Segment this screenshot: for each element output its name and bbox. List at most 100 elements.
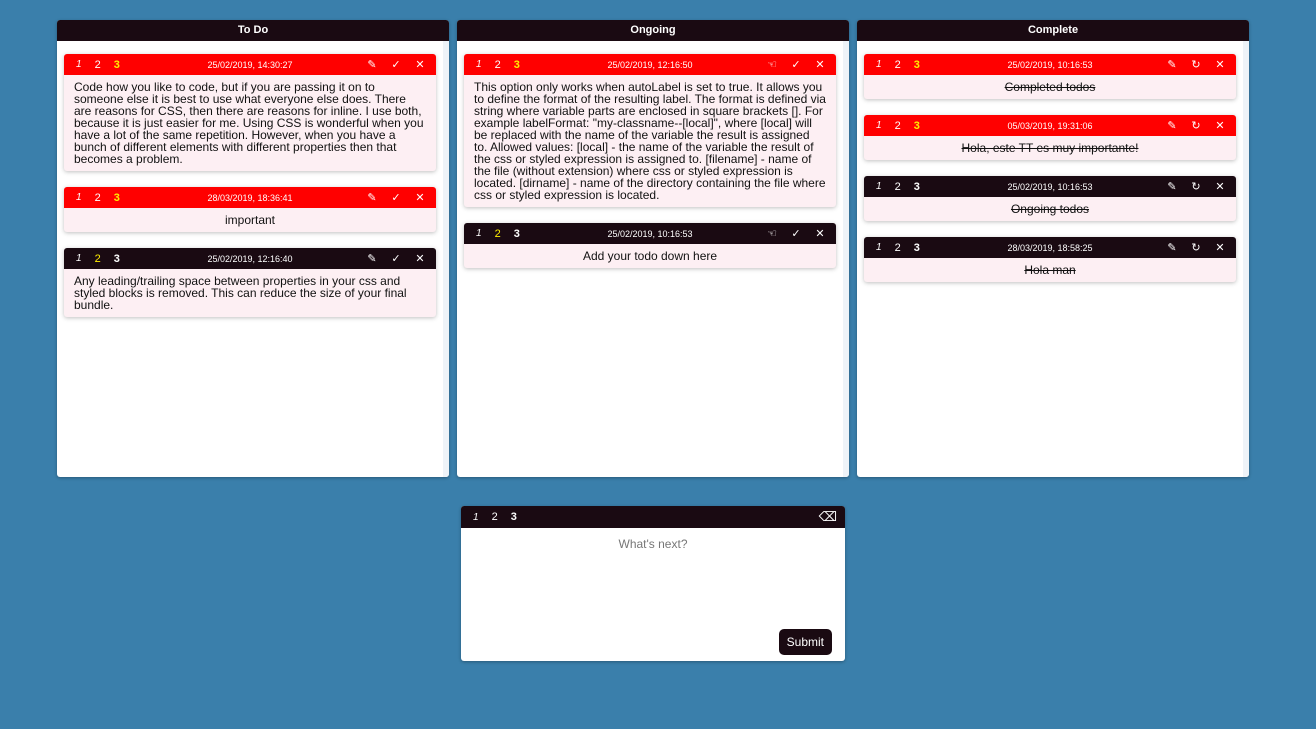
refresh-icon[interactable]: ↻ (1188, 241, 1204, 254)
priority-2-button[interactable]: 2 (495, 228, 501, 240)
priority-3-button[interactable]: 3 (914, 120, 920, 132)
card-list: 1 2 3 25/02/2019, 14:30:27 ✎ ✓ ✕ Code how you l… (57, 41, 443, 477)
pencil-icon[interactable]: ✎ (1164, 241, 1180, 254)
todo-card: 1 2 3 25/02/2019, 12:16:50 ☜ ✓ ✕ This option on… (464, 54, 836, 207)
priority-2-button[interactable]: 2 (895, 242, 901, 254)
refresh-icon[interactable]: ↻ (1188, 119, 1204, 132)
scrollbar[interactable] (443, 41, 449, 477)
priority-1-button[interactable]: 1 (76, 253, 82, 264)
priority-3-button[interactable]: 3 (114, 59, 120, 71)
priority-1-button[interactable]: 1 (876, 242, 882, 253)
card-actions: ✎ ✓ ✕ (364, 58, 428, 71)
priority-2-button[interactable]: 2 (95, 253, 101, 265)
todo-text: This option only works when autoLabel is… (474, 80, 826, 202)
priority-2-button[interactable]: 2 (95, 59, 101, 71)
priority-3-button[interactable]: 3 (514, 59, 520, 71)
priority-2-button[interactable]: 2 (895, 120, 901, 132)
todo-card: 1 2 3 28/03/2019, 18:58:25 ✎ ↻ ✕ Hola man (864, 237, 1236, 282)
close-icon[interactable]: ✕ (812, 58, 828, 71)
priority-2-button[interactable]: 2 (895, 181, 901, 193)
pencil-icon[interactable]: ✎ (1164, 119, 1180, 132)
new-todo-form: 1 2 3 ⌫ Submit (461, 506, 845, 661)
todo-text: Completed todos (1004, 80, 1096, 94)
column-title: To Do (57, 20, 449, 41)
pointing-hand-icon[interactable]: ☜ (764, 227, 780, 240)
card-header: 1 2 3 28/03/2019, 18:58:25 ✎ ↻ ✕ (864, 237, 1236, 258)
close-icon[interactable]: ✕ (1212, 180, 1228, 193)
pencil-icon[interactable]: ✎ (1164, 180, 1180, 193)
card-header: 1 2 3 28/03/2019, 18:36:41 ✎ ✓ ✕ (64, 187, 436, 208)
todo-card: 1 2 3 25/02/2019, 10:16:53 ✎ ↻ ✕ Completed todo… (864, 54, 1236, 99)
todo-card: 1 2 3 25/02/2019, 14:30:27 ✎ ✓ ✕ Code how you l… (64, 54, 436, 171)
backspace-icon[interactable]: ⌫ (819, 509, 837, 525)
column-title: Ongoing (457, 20, 849, 41)
card-actions: ✎ ↻ ✕ (1164, 241, 1228, 254)
card-header: 1 2 3 25/02/2019, 12:16:40 ✎ ✓ ✕ (64, 248, 436, 269)
check-icon[interactable]: ✓ (388, 58, 404, 71)
check-icon[interactable]: ✓ (788, 227, 804, 240)
card-actions: ✎ ↻ ✕ (1164, 119, 1228, 132)
todo-card: 1 2 3 25/02/2019, 10:16:53 ☜ ✓ ✕ Add your todo … (464, 223, 836, 268)
card-header: 1 2 3 25/02/2019, 12:16:50 ☜ ✓ ✕ (464, 54, 836, 75)
submit-button[interactable]: Submit (778, 629, 832, 655)
priority-2-button[interactable]: 2 (492, 511, 498, 523)
priority-3-button[interactable]: 3 (914, 242, 920, 254)
priority-1-button[interactable]: 1 (473, 512, 479, 523)
close-icon[interactable]: ✕ (412, 58, 428, 71)
priority-1-button[interactable]: 1 (476, 59, 482, 70)
card-actions: ☜ ✓ ✕ (764, 227, 828, 240)
column-complete: Complete 1 2 3 25/02/2019, 10:16:53 ✎ ↻ ✕ Compl… (857, 20, 1249, 477)
column-todo: To Do 1 2 3 25/02/2019, 14:30:27 ✎ ✓ ✕ Code how… (57, 20, 449, 477)
card-actions: ✎ ✓ ✕ (364, 191, 428, 204)
priority-1-button[interactable]: 1 (76, 59, 82, 70)
check-icon[interactable]: ✓ (388, 252, 404, 265)
card-list: 1 2 3 25/02/2019, 10:16:53 ✎ ↻ ✕ Completed todo… (857, 41, 1243, 477)
close-icon[interactable]: ✕ (1212, 119, 1228, 132)
priority-3-button[interactable]: 3 (114, 253, 120, 265)
priority-1-button[interactable]: 1 (76, 192, 82, 203)
todo-text: Add your todo down here (582, 249, 718, 263)
pencil-icon[interactable]: ✎ (1164, 58, 1180, 71)
todo-card: 1 2 3 25/02/2019, 10:16:53 ✎ ↻ ✕ Ongoing todos (864, 176, 1236, 221)
pencil-icon[interactable]: ✎ (364, 58, 380, 71)
close-icon[interactable]: ✕ (1212, 58, 1228, 71)
card-actions: ✎ ↻ ✕ (1164, 58, 1228, 71)
check-icon[interactable]: ✓ (388, 191, 404, 204)
priority-2-button[interactable]: 2 (495, 59, 501, 71)
priority-1-button[interactable]: 1 (876, 181, 882, 192)
priority-1-button[interactable]: 1 (476, 228, 482, 239)
priority-3-button[interactable]: 3 (914, 59, 920, 71)
priority-3-button[interactable]: 3 (914, 181, 920, 193)
card-header: 1 2 3 25/02/2019, 10:16:53 ✎ ↻ ✕ (864, 54, 1236, 75)
todo-card: 1 2 3 05/03/2019, 19:31:06 ✎ ↻ ✕ Hola, este TT … (864, 115, 1236, 160)
priority-3-button[interactable]: 3 (114, 192, 120, 204)
scrollbar[interactable] (1243, 41, 1249, 477)
card-actions: ✎ ↻ ✕ (1164, 180, 1228, 193)
todo-card: 1 2 3 25/02/2019, 12:16:40 ✎ ✓ ✕ Any leading/tr… (64, 248, 436, 317)
card-actions: ☜ ✓ ✕ (764, 58, 828, 71)
card-header: 1 2 3 05/03/2019, 19:31:06 ✎ ↻ ✕ (864, 115, 1236, 136)
todo-text: Code how you like to code, but if you ar… (74, 80, 424, 166)
scrollbar[interactable] (843, 41, 849, 477)
form-priority-bar: 1 2 3 ⌫ (461, 506, 845, 528)
pointing-hand-icon[interactable]: ☜ (764, 58, 780, 71)
priority-3-button[interactable]: 3 (514, 228, 520, 240)
priority-3-button[interactable]: 3 (511, 511, 517, 523)
priority-1-button[interactable]: 1 (876, 59, 882, 70)
priority-2-button[interactable]: 2 (95, 192, 101, 204)
refresh-icon[interactable]: ↻ (1188, 58, 1204, 71)
close-icon[interactable]: ✕ (812, 227, 828, 240)
todo-text: Ongoing todos (1010, 202, 1090, 216)
priority-2-button[interactable]: 2 (895, 59, 901, 71)
priority-1-button[interactable]: 1 (876, 120, 882, 131)
close-icon[interactable]: ✕ (1212, 241, 1228, 254)
todo-card: 1 2 3 28/03/2019, 18:36:41 ✎ ✓ ✕ important (64, 187, 436, 232)
close-icon[interactable]: ✕ (412, 252, 428, 265)
refresh-icon[interactable]: ↻ (1188, 180, 1204, 193)
todo-input[interactable] (461, 528, 845, 618)
close-icon[interactable]: ✕ (412, 191, 428, 204)
pencil-icon[interactable]: ✎ (364, 191, 380, 204)
pencil-icon[interactable]: ✎ (364, 252, 380, 265)
todo-text: Hola, este TT es muy importante! (961, 141, 1139, 155)
check-icon[interactable]: ✓ (788, 58, 804, 71)
